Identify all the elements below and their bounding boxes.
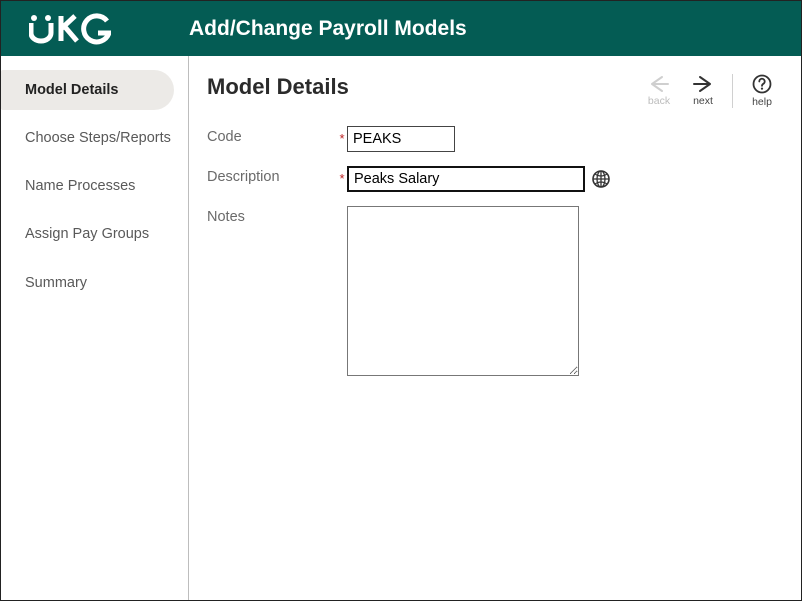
description-row: Description * [207, 166, 777, 192]
arrow-left-icon [648, 75, 670, 93]
code-label: Code [207, 126, 337, 145]
notes-label: Notes [207, 206, 337, 225]
globe-icon [591, 169, 611, 189]
sidebar-item-label: Name Processes [25, 178, 135, 194]
sidebar-item-model-details[interactable]: Model Details [1, 70, 174, 110]
next-button[interactable]: next [688, 75, 718, 107]
back-label: back [648, 95, 670, 107]
sidebar-item-name-processes[interactable]: Name Processes [1, 166, 188, 206]
required-indicator: * [337, 166, 347, 186]
main-panel: Model Details back next [189, 56, 801, 600]
sidebar-item-choose-steps-reports[interactable]: Choose Steps/Reports [1, 118, 188, 158]
page-header-title: Add/Change Payroll Models [189, 17, 467, 41]
notes-textarea[interactable] [347, 206, 579, 376]
sidebar-item-label: Model Details [25, 82, 118, 98]
sidebar-item-label: Assign Pay Groups [25, 226, 149, 242]
help-icon [752, 74, 772, 94]
ukg-logo-icon [29, 13, 111, 45]
top-bar: Add/Change Payroll Models [1, 1, 801, 56]
toolbar-separator [732, 74, 733, 108]
back-button: back [644, 75, 674, 107]
required-indicator: * [337, 126, 347, 146]
wizard-steps-sidebar: Model Details Choose Steps/Reports Name … [1, 56, 189, 600]
description-label: Description [207, 166, 337, 185]
code-row: Code * [207, 126, 777, 152]
sidebar-item-label: Choose Steps/Reports [25, 130, 171, 146]
app-logo [1, 13, 189, 45]
arrow-right-icon [692, 75, 714, 93]
sidebar-item-label: Summary [25, 275, 87, 291]
code-input[interactable] [347, 126, 455, 152]
help-label: help [752, 96, 772, 108]
sidebar-item-assign-pay-groups[interactable]: Assign Pay Groups [1, 214, 188, 254]
section-title: Model Details [207, 74, 349, 100]
spacer [337, 206, 347, 211]
sidebar-item-summary[interactable]: Summary [1, 263, 188, 303]
description-input[interactable] [347, 166, 585, 192]
wizard-toolbar: back next help [644, 74, 777, 108]
next-label: next [693, 95, 713, 107]
localize-button[interactable] [591, 169, 611, 189]
notes-row: Notes [207, 206, 777, 381]
help-button[interactable]: help [747, 74, 777, 108]
